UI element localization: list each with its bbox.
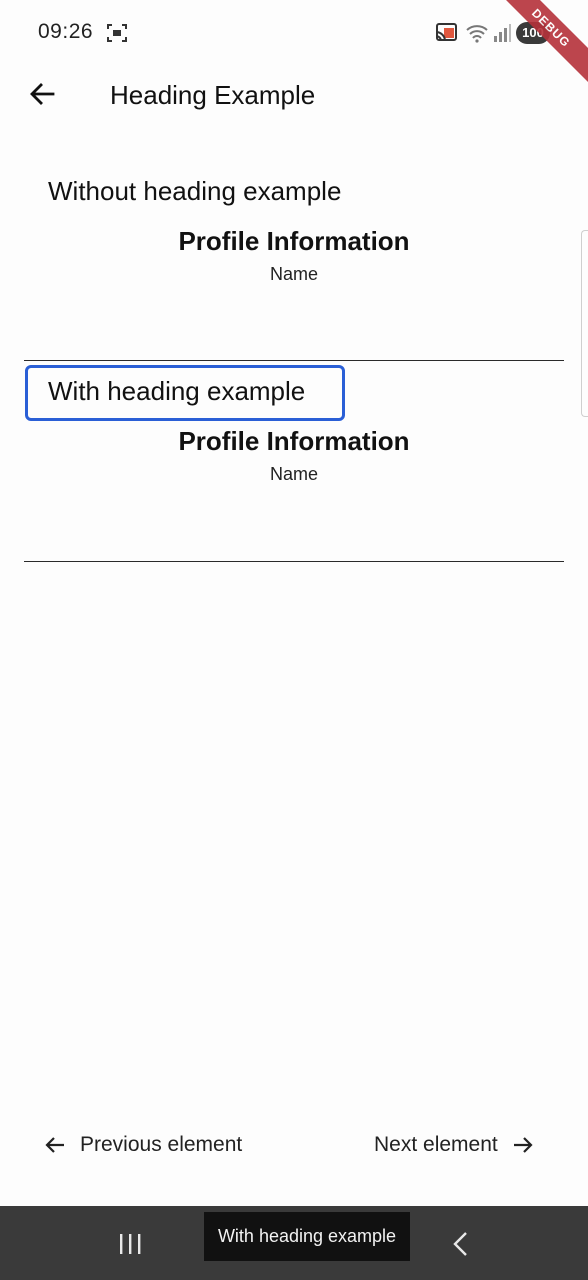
arrow-right-icon — [512, 1134, 534, 1156]
signal-icon — [492, 22, 512, 49]
name-input[interactable] — [24, 360, 564, 361]
arrow-left-icon — [28, 80, 56, 113]
name-field-label: Name — [269, 464, 318, 484]
name-field-label: Name — [269, 264, 318, 284]
screenshot-icon — [106, 22, 128, 49]
cast-icon — [434, 22, 458, 49]
previous-element-label: Previous element — [80, 1133, 243, 1156]
name-input[interactable] — [24, 561, 564, 562]
profile-title: Profile Information — [178, 426, 410, 456]
talkback-toast: With heading example — [204, 1212, 410, 1261]
next-element-label: Next element — [374, 1133, 498, 1156]
status-bar: 09:26 100 DEBUG — [0, 0, 588, 90]
page-title: Heading Example — [110, 80, 316, 110]
scroll-indicator[interactable] — [581, 230, 588, 417]
status-time: 09:26 — [38, 20, 94, 43]
section-heading-without: Without heading example — [48, 176, 342, 206]
section-heading-with: With heading example — [48, 376, 306, 406]
wifi-icon — [465, 22, 489, 49]
profile-title: Profile Information — [178, 226, 410, 256]
next-element-button[interactable]: Next element — [374, 1128, 534, 1162]
system-back-icon[interactable] — [446, 1230, 476, 1258]
previous-element-button[interactable]: Previous element — [44, 1128, 242, 1162]
app-screen: 09:26 100 DEBUG Heading Example Without … — [0, 0, 588, 1280]
app-bar: Heading Example — [0, 68, 588, 124]
back-button[interactable] — [22, 76, 62, 116]
arrow-left-icon — [44, 1134, 66, 1156]
recents-icon[interactable] — [116, 1232, 146, 1256]
